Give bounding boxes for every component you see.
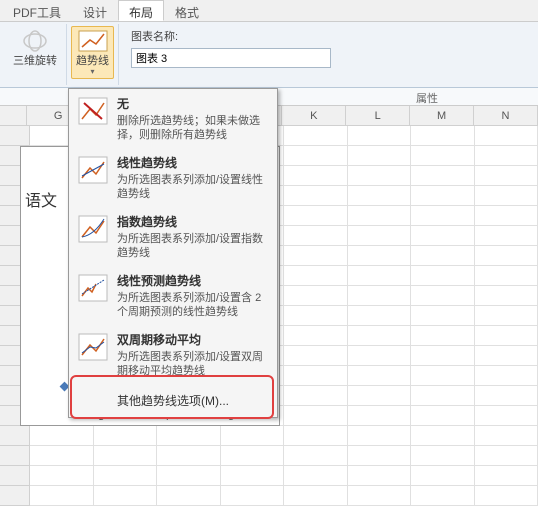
rotate3d-button[interactable]: 三维旋转 — [8, 26, 62, 70]
trendline-menu: 无删除所选趋势线；如果未做选择，则删除所有趋势线 线性趋势线为所选图表系列添加/… — [68, 88, 278, 418]
col-header[interactable]: N — [474, 106, 538, 125]
tab-layout[interactable]: 布局 — [118, 0, 164, 21]
chart-title: 语文 — [25, 187, 57, 211]
tab-pdf[interactable]: PDF工具 — [2, 0, 72, 21]
ribbon: 三维旋转 趋势线 ▾ 折线 ▾ 涨/跌 柱线 ▾ — [0, 22, 538, 88]
col-header[interactable]: K — [282, 106, 346, 125]
menu-item-exponential[interactable]: 指数趋势线为所选图表系列添加/设置指数趋势线 — [69, 207, 277, 266]
chartname-label: 图表名称: — [131, 28, 331, 44]
trend-exp-icon — [77, 213, 109, 245]
menu-item-none[interactable]: 无删除所选趋势线；如果未做选择，则删除所有趋势线 — [69, 89, 277, 148]
trend-linear-icon — [77, 154, 109, 186]
tab-design[interactable]: 设计 — [72, 0, 118, 21]
col-header[interactable]: M — [410, 106, 474, 125]
trend-forecast-icon — [77, 272, 109, 304]
menu-item-moving-avg[interactable]: 双周期移动平均为所选图表系列添加/设置双周期移动平均趋势线 — [69, 325, 277, 384]
chartname-input[interactable] — [131, 48, 331, 68]
ribbon-tabs: PDF工具 设计 布局 格式 — [0, 0, 538, 22]
trend-movavg-icon — [77, 331, 109, 363]
trend-none-icon — [77, 95, 109, 127]
col-header[interactable]: L — [346, 106, 410, 125]
menu-item-linear[interactable]: 线性趋势线为所选图表系列添加/设置线性趋势线 — [69, 148, 277, 207]
trendline-icon — [77, 29, 109, 53]
tab-format[interactable]: 格式 — [164, 0, 210, 21]
menu-item-more-options[interactable]: 其他趋势线选项(M)... — [69, 384, 277, 417]
menu-item-linear-forecast[interactable]: 线性预测趋势线为所选图表系列添加/设置含 2 个周期预测的线性趋势线 — [69, 266, 277, 325]
chevron-down-icon: ▾ — [90, 67, 94, 76]
rotate3d-icon — [19, 29, 51, 53]
trendline-button[interactable]: 趋势线 ▾ — [71, 26, 114, 79]
